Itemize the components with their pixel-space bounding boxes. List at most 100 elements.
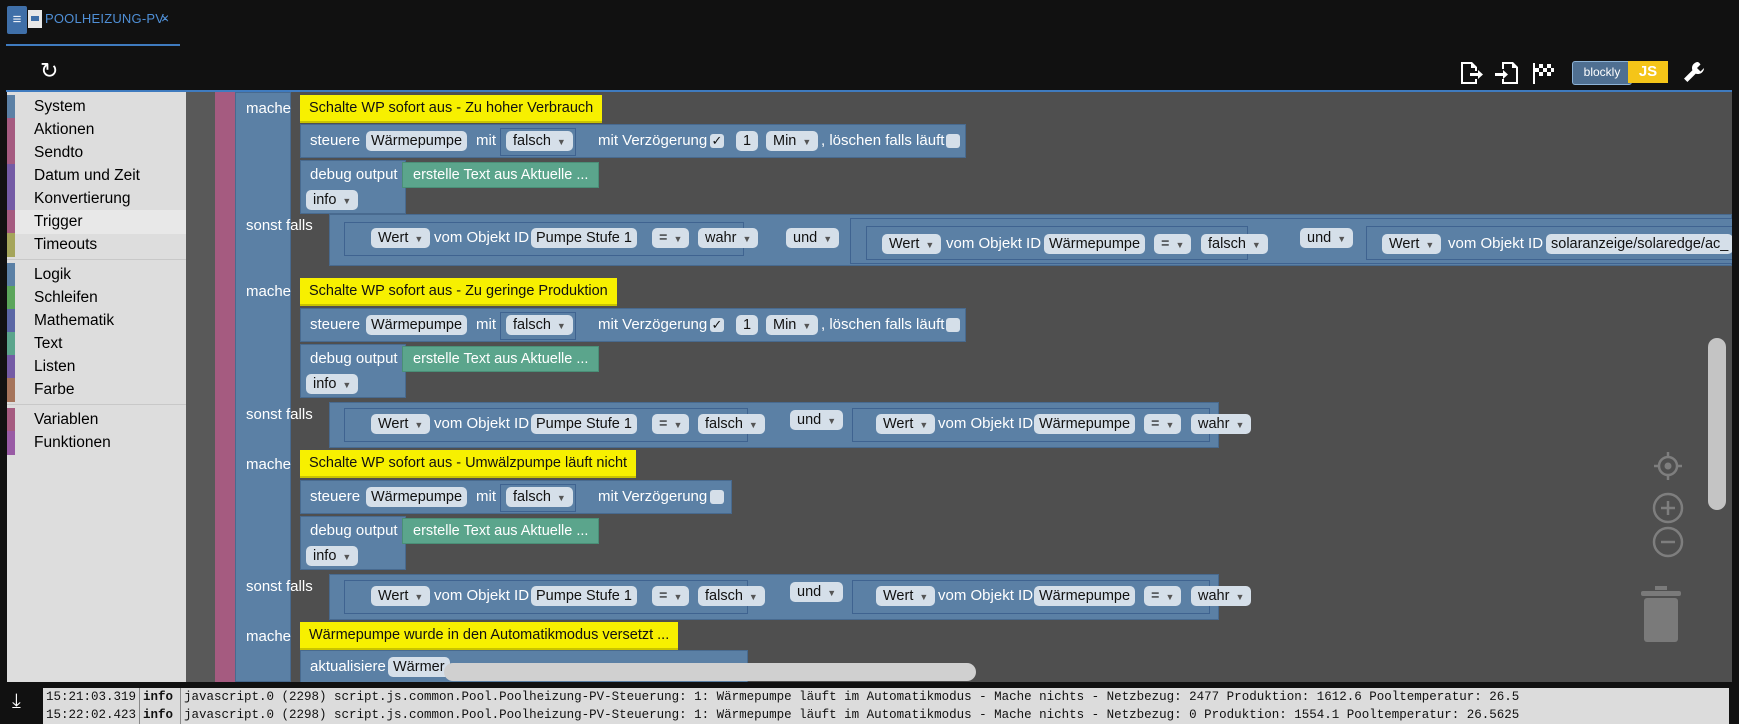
checkered-flag-icon[interactable]	[1530, 60, 1556, 86]
category-system[interactable]: System	[7, 95, 186, 119]
operator-dropdown[interactable]: = ▼	[1144, 586, 1182, 606]
wrench-icon[interactable]	[1682, 60, 1708, 86]
wert-dropdown[interactable]: Wert ▼	[876, 414, 936, 434]
wert-dropdown[interactable]: Wert ▼	[1382, 234, 1442, 254]
object-id-field[interactable]: solaranzeige/solaredge/ac_	[1546, 234, 1732, 254]
comment-block[interactable]: Schalte WP sofort aus - Zu geringe Produ…	[300, 278, 617, 304]
sonst-falls-label: sonst falls	[246, 406, 313, 423]
category-timeouts[interactable]: Timeouts	[7, 233, 186, 257]
delay-value[interactable]: 1	[736, 315, 759, 335]
toolbox-separator	[7, 259, 186, 260]
operator-dropdown[interactable]: = ▼	[652, 414, 690, 434]
log-level-dropdown[interactable]: info ▼	[306, 190, 359, 210]
blockly-workspace[interactable]: mache Schalte WP sofort aus - Zu hoher V…	[186, 92, 1732, 682]
and-dropdown[interactable]: und ▼	[790, 410, 844, 430]
object-id-field[interactable]: Wärmepumpe	[1044, 234, 1146, 254]
zoom-out-icon[interactable]	[1652, 526, 1684, 558]
category-datum-und-zeit[interactable]: Datum und Zeit	[7, 164, 186, 188]
log-level-dropdown[interactable]: info ▼	[306, 546, 359, 566]
object-id-field[interactable]: Pumpe Stufe 1	[531, 228, 637, 248]
comment-block[interactable]: Schalte WP sofort aus - Zu hoher Verbrau…	[300, 95, 603, 121]
trash-icon[interactable]	[1641, 586, 1681, 642]
object-id-field[interactable]: Pumpe Stufe 1	[531, 586, 637, 606]
trigger-block-edge[interactable]	[215, 92, 235, 682]
import-icon[interactable]	[1494, 60, 1520, 86]
operator-dropdown[interactable]: = ▼	[1154, 234, 1192, 254]
object-id-field[interactable]: Pumpe Stufe 1	[531, 414, 637, 434]
tab-title[interactable]: POOLHEIZUNG-PV-	[45, 11, 168, 26]
sonst-falls-label: sonst falls	[246, 217, 313, 234]
category-logik[interactable]: Logik	[7, 263, 186, 287]
category-schleifen[interactable]: Schleifen	[7, 286, 186, 310]
category-listen[interactable]: Listen	[7, 355, 186, 379]
value-dropdown[interactable]: falsch ▼	[698, 586, 765, 606]
delay-checkbox[interactable]: ✓	[710, 318, 724, 332]
wert-dropdown[interactable]: Wert ▼	[371, 414, 431, 434]
mache-label: mache	[246, 456, 292, 473]
value-dropdown[interactable]: wahr ▼	[698, 228, 759, 248]
object-id-label: vom Objekt ID	[946, 235, 1042, 252]
delay-value[interactable]: 1	[736, 131, 759, 151]
category-konvertierung[interactable]: Konvertierung	[7, 187, 186, 211]
comment-block[interactable]: Schalte WP sofort aus - Umwälzpumpe läuf…	[300, 450, 637, 476]
category-farbe[interactable]: Farbe	[7, 378, 186, 402]
text-join-block[interactable]: erstelle Text aus Aktuelle ...	[402, 162, 600, 188]
text-join-block[interactable]: erstelle Text aus Aktuelle ...	[402, 518, 600, 544]
mache-label: mache	[246, 628, 292, 645]
log-level-dropdown[interactable]: info ▼	[306, 374, 359, 394]
value-dropdown[interactable]: falsch ▼	[506, 487, 573, 507]
menu-icon[interactable]: ≡	[7, 6, 27, 34]
debug-output-label: debug output	[310, 166, 398, 183]
wert-dropdown[interactable]: Wert ▼	[876, 586, 936, 606]
clear-running-checkbox[interactable]	[946, 318, 960, 332]
wert-dropdown[interactable]: Wert ▼	[371, 586, 431, 606]
value-dropdown[interactable]: wahr ▼	[1191, 586, 1252, 606]
category-funktionen[interactable]: Funktionen	[7, 431, 186, 455]
object-field[interactable]: Wärmepumpe	[366, 487, 468, 507]
unit-dropdown[interactable]: Min ▼	[766, 131, 819, 151]
log-time: 15:21:03.319	[43, 688, 141, 706]
and-dropdown[interactable]: und ▼	[1300, 228, 1354, 248]
object-field[interactable]: Wärmepumpe	[366, 315, 468, 335]
comment-block[interactable]: Wärmepumpe wurde in den Automatikmodus v…	[300, 622, 679, 648]
category-trigger[interactable]: Trigger	[7, 210, 186, 234]
value-dropdown[interactable]: falsch ▼	[698, 414, 765, 434]
text-join-block[interactable]: erstelle Text aus Aktuelle ...	[402, 346, 600, 372]
delay-checkbox[interactable]: ✓	[710, 134, 724, 148]
vertical-scrollbar[interactable]	[1708, 338, 1726, 510]
recenter-icon[interactable]	[1652, 450, 1684, 482]
blockly-js-toggle[interactable]: blockly JS	[1572, 61, 1668, 85]
mache-label: mache	[246, 100, 292, 117]
object-id-field[interactable]: Wärmepumpe	[1034, 414, 1136, 434]
wert-dropdown[interactable]: Wert ▼	[882, 234, 942, 254]
object-id-field[interactable]: Wärmepumpe	[1034, 586, 1136, 606]
category-aktionen[interactable]: Aktionen	[7, 118, 186, 142]
and-dropdown[interactable]: und ▼	[786, 228, 840, 248]
operator-dropdown[interactable]: = ▼	[1144, 414, 1182, 434]
category-sendto[interactable]: Sendto	[7, 141, 186, 165]
value-dropdown[interactable]: falsch ▼	[1201, 234, 1268, 254]
object-field[interactable]: Wärmepumpe	[366, 131, 468, 151]
download-icon[interactable]: ⤓	[12, 690, 21, 713]
refresh-icon[interactable]: ↻	[40, 58, 58, 84]
unit-dropdown[interactable]: Min ▼	[766, 315, 819, 335]
mit-label: mit	[476, 316, 496, 333]
delay-checkbox[interactable]	[710, 490, 724, 504]
category-text[interactable]: Text	[7, 332, 186, 356]
tab-close-icon[interactable]: ×	[161, 10, 169, 26]
log-message: javascript.0 (2298) script.js.common.Poo…	[184, 690, 1520, 704]
horizontal-scrollbar[interactable]	[444, 663, 976, 681]
operator-dropdown[interactable]: = ▼	[652, 228, 690, 248]
clear-running-checkbox[interactable]	[946, 134, 960, 148]
export-icon[interactable]	[1458, 60, 1484, 86]
and-dropdown[interactable]: und ▼	[790, 582, 844, 602]
category-mathematik[interactable]: Mathematik	[7, 309, 186, 333]
object-field[interactable]: Wärmer	[388, 657, 450, 677]
operator-dropdown[interactable]: = ▼	[652, 586, 690, 606]
wert-dropdown[interactable]: Wert ▼	[371, 228, 431, 248]
value-dropdown[interactable]: falsch ▼	[506, 131, 573, 151]
category-variablen[interactable]: Variablen	[7, 408, 186, 432]
zoom-in-icon[interactable]	[1652, 492, 1684, 524]
value-dropdown[interactable]: wahr ▼	[1191, 414, 1252, 434]
value-dropdown[interactable]: falsch ▼	[506, 315, 573, 335]
